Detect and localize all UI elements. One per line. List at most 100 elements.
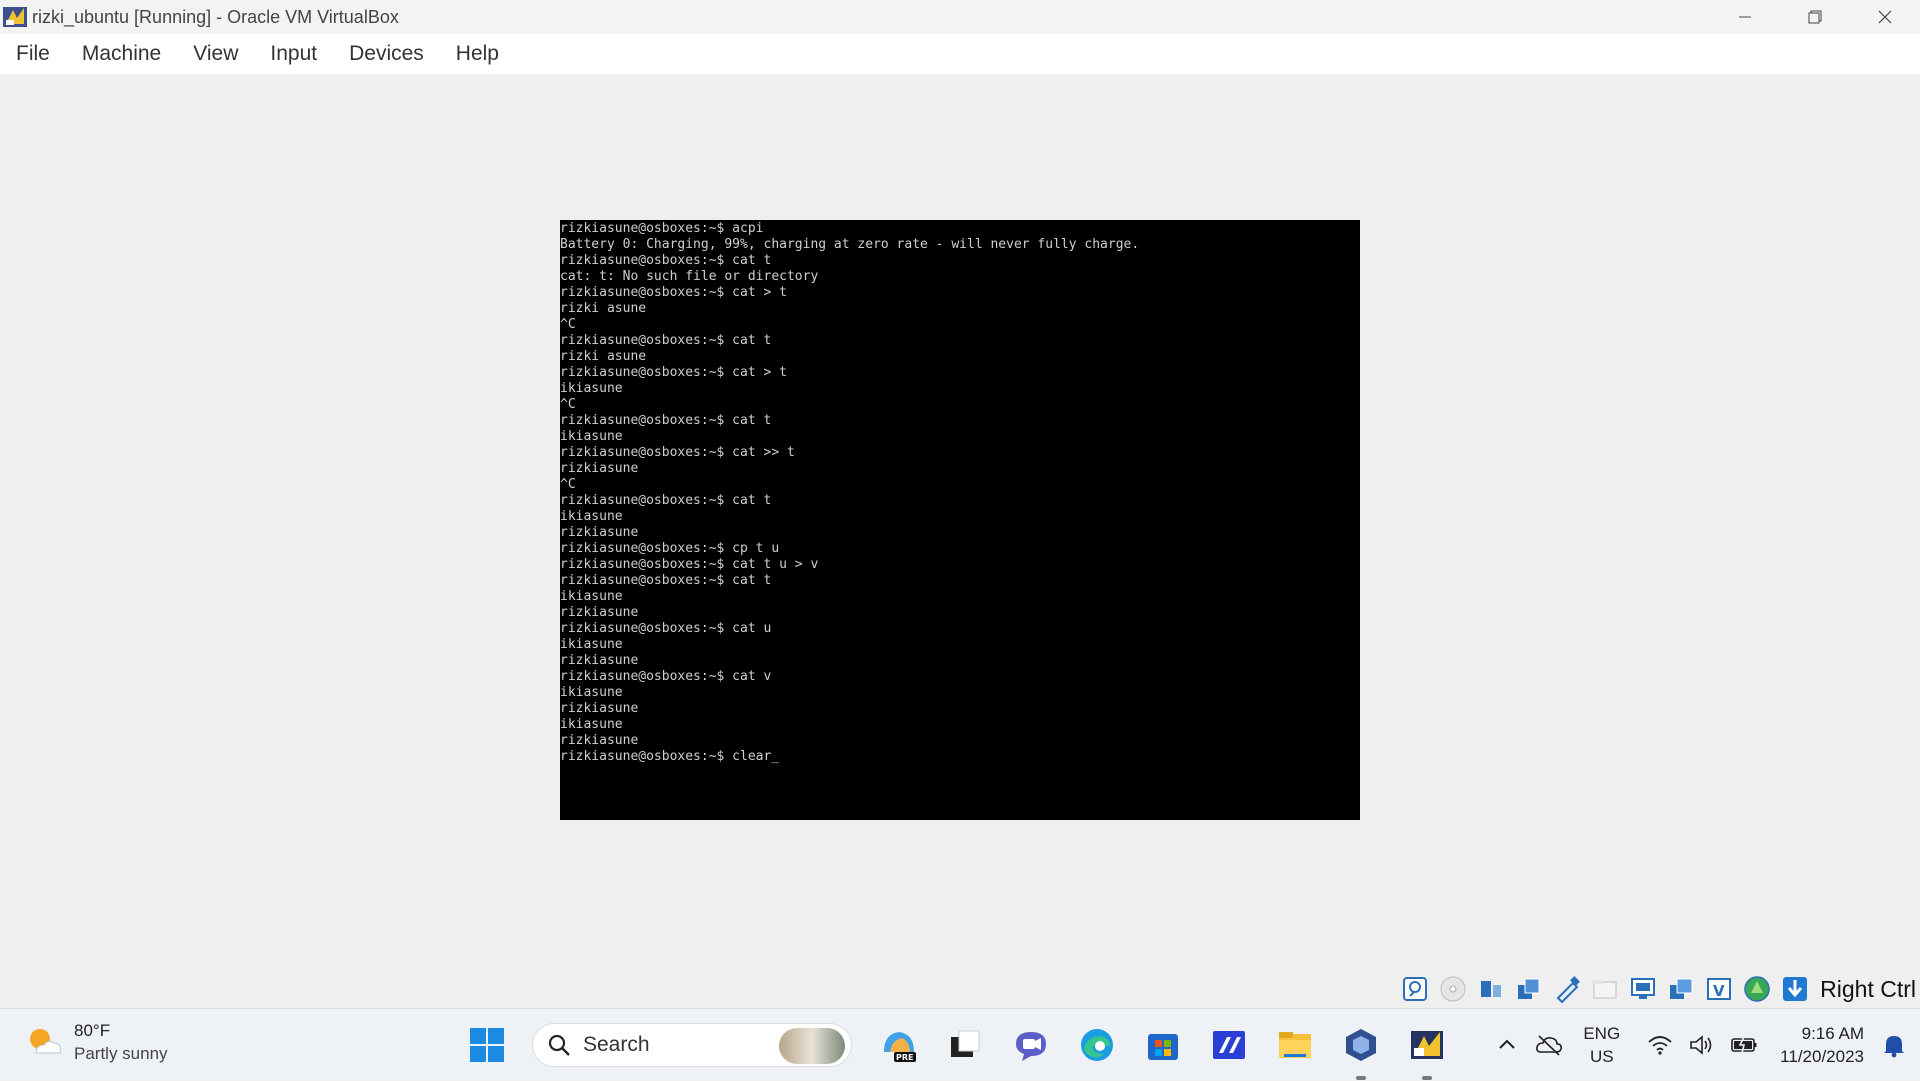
virtualbox-manager-icon — [1346, 1029, 1376, 1061]
recording-icon — [1670, 978, 1693, 999]
taskbar-file-explorer[interactable] — [1268, 1018, 1322, 1072]
terminal-line: ikiasune — [560, 381, 623, 396]
terminal-line: ikiasune — [560, 589, 623, 604]
terminal-line: ikiasune — [560, 717, 623, 732]
host-key-label: Right Ctrl — [1820, 975, 1916, 1002]
task-view-icon — [951, 1030, 980, 1057]
windows-taskbar: 80°F Partly sunny Search PRE ENG US 9:16… — [0, 1008, 1920, 1080]
menu-view[interactable]: View — [193, 42, 238, 66]
menu-devices[interactable]: Devices — [349, 42, 424, 66]
start-icon — [470, 1028, 504, 1062]
display-icon — [1631, 978, 1656, 999]
terminal-line: rizkiasune@osboxes:~$ cat > t — [560, 285, 787, 300]
window-title: rizki_ubuntu [Running] - Oracle VM Virtu… — [32, 6, 399, 27]
terminal-line: ^C — [560, 317, 576, 332]
svg-text:V: V — [1713, 982, 1725, 1000]
taskbar-store[interactable] — [1136, 1018, 1190, 1072]
hard-disk-status[interactable] — [1400, 974, 1430, 1004]
virtualization-status[interactable]: V — [1704, 974, 1734, 1004]
weather-temperature: 80°F — [74, 1021, 111, 1040]
edge-icon — [1081, 1029, 1113, 1061]
terminal-line: rizkiasune@osboxes:~$ cat u — [560, 621, 772, 636]
terminal-line: rizkiasune@osboxes:~$ cat t — [560, 413, 772, 428]
usb-icon — [1556, 976, 1581, 1003]
wifi-tray[interactable] — [1644, 1029, 1676, 1061]
taskbar-clock[interactable]: 9:16 AM 11/20/2023 — [1780, 1022, 1864, 1068]
terminal-line: rizkiasune — [560, 605, 639, 620]
shared-folders-icon — [1593, 980, 1617, 999]
recording-status[interactable] — [1666, 974, 1696, 1004]
close-button[interactable] — [1850, 0, 1920, 34]
weather-widget[interactable]: 80°F Partly sunny — [24, 1021, 168, 1064]
onedrive-tray[interactable] — [1533, 1029, 1565, 1061]
terminal-line: rizkiasune@osboxes:~$ cat >> t — [560, 445, 795, 460]
terminal-line: rizkiasune — [560, 461, 639, 476]
terminal-line: rizkiasune — [560, 701, 639, 716]
terminal-line: rizki asune — [560, 349, 647, 364]
terminal-line: rizkiasune@osboxes:~$ cat t u > v — [560, 557, 819, 572]
taskbar-virtualbox-manager[interactable] — [1334, 1018, 1388, 1080]
taskbar-copilot[interactable]: PRE — [872, 1018, 926, 1072]
host-key-arrow-icon — [1783, 977, 1808, 1001]
mouse-integration-icon — [1744, 976, 1770, 1002]
display-status[interactable] — [1628, 974, 1658, 1004]
terminal-line: cat: t: No such file or directory — [560, 269, 819, 284]
terminal-line: rizkiasune@osboxes:~$ cat t — [560, 493, 772, 508]
show-hidden-icons-button[interactable] — [1491, 1029, 1523, 1061]
terminal-line: Battery 0: Charging, 99%, charging at ze… — [560, 237, 1140, 252]
terminal-line: rizkiasune@osboxes:~$ clear_ — [560, 749, 780, 764]
vbox-statusbar: V Right Ctrl — [0, 970, 1920, 1008]
menu-input[interactable]: Input — [270, 42, 317, 66]
partly-sunny-icon — [30, 1028, 61, 1053]
clock-time: 9:16 AM — [1801, 1024, 1864, 1043]
terminal-line: ikiasune — [560, 509, 623, 524]
language-region: US — [1589, 1047, 1614, 1066]
svg-text:PRE: PRE — [896, 1053, 914, 1062]
terminal-line: ikiasune — [560, 429, 623, 444]
audio-status[interactable] — [1476, 974, 1506, 1004]
input-language[interactable]: ENG US — [1583, 1022, 1620, 1068]
terminal-line: rizkiasune@osboxes:~$ cat t — [560, 573, 772, 588]
notifications-button[interactable] — [1878, 1029, 1910, 1061]
bell-icon — [1884, 1036, 1904, 1058]
shared-folders-status[interactable] — [1590, 974, 1620, 1004]
chevron-up-icon — [1499, 1039, 1516, 1049]
terminal-line: ^C — [560, 477, 576, 492]
restore-button[interactable] — [1780, 0, 1850, 34]
window-titlebar: rizki_ubuntu [Running] - Oracle VM Virtu… — [0, 0, 1920, 34]
taskbar-search[interactable]: Search — [532, 1023, 852, 1067]
battery-tray[interactable] — [1728, 1029, 1760, 1061]
menu-machine[interactable]: Machine — [82, 42, 161, 66]
taskbar-task-view[interactable] — [938, 1018, 992, 1072]
menu-help[interactable]: Help — [456, 42, 499, 66]
mouse-integration-status[interactable] — [1742, 974, 1772, 1004]
optical-drive-icon — [1440, 976, 1466, 1002]
terminal-line: rizkiasune — [560, 653, 639, 668]
terminal-line: rizkiasune — [560, 525, 639, 540]
terminal-line: rizkiasune@osboxes:~$ cat > t — [560, 365, 787, 380]
minimize-button[interactable] — [1710, 0, 1780, 34]
terminal-line: ikiasune — [560, 685, 623, 700]
terminal-line: rizkiasune@osboxes:~$ cp t u — [560, 541, 780, 556]
store-icon — [1148, 1034, 1178, 1060]
search-icon — [548, 1034, 570, 1056]
network-status[interactable] — [1514, 974, 1544, 1004]
network-icon — [1518, 978, 1540, 999]
taskbar-virtualbox-vm[interactable] — [1400, 1018, 1454, 1080]
volume-tray[interactable] — [1686, 1029, 1718, 1061]
start-button[interactable] — [460, 1018, 514, 1072]
menu-file[interactable]: File — [16, 42, 50, 66]
taskbar-teams[interactable] — [1004, 1018, 1058, 1072]
terminal-line: rizkiasune@osboxes:~$ cat v — [560, 669, 772, 684]
battery-charging-icon — [1731, 1036, 1757, 1054]
language-code: ENG — [1583, 1024, 1621, 1043]
taskbar-edge[interactable] — [1070, 1018, 1124, 1072]
taskbar-code-editor[interactable] — [1202, 1018, 1256, 1072]
host-key-arrow-status[interactable] — [1780, 974, 1810, 1004]
guest-terminal[interactable]: rizkiasune@osboxes:~$ acpi Battery 0: Cha… — [560, 220, 1360, 820]
usb-status[interactable] — [1552, 974, 1582, 1004]
restore-icon — [1808, 10, 1822, 24]
vscode-icon — [1213, 1031, 1245, 1059]
virtualization-icon: V — [1707, 978, 1732, 1000]
optical-drive-status[interactable] — [1438, 974, 1468, 1004]
